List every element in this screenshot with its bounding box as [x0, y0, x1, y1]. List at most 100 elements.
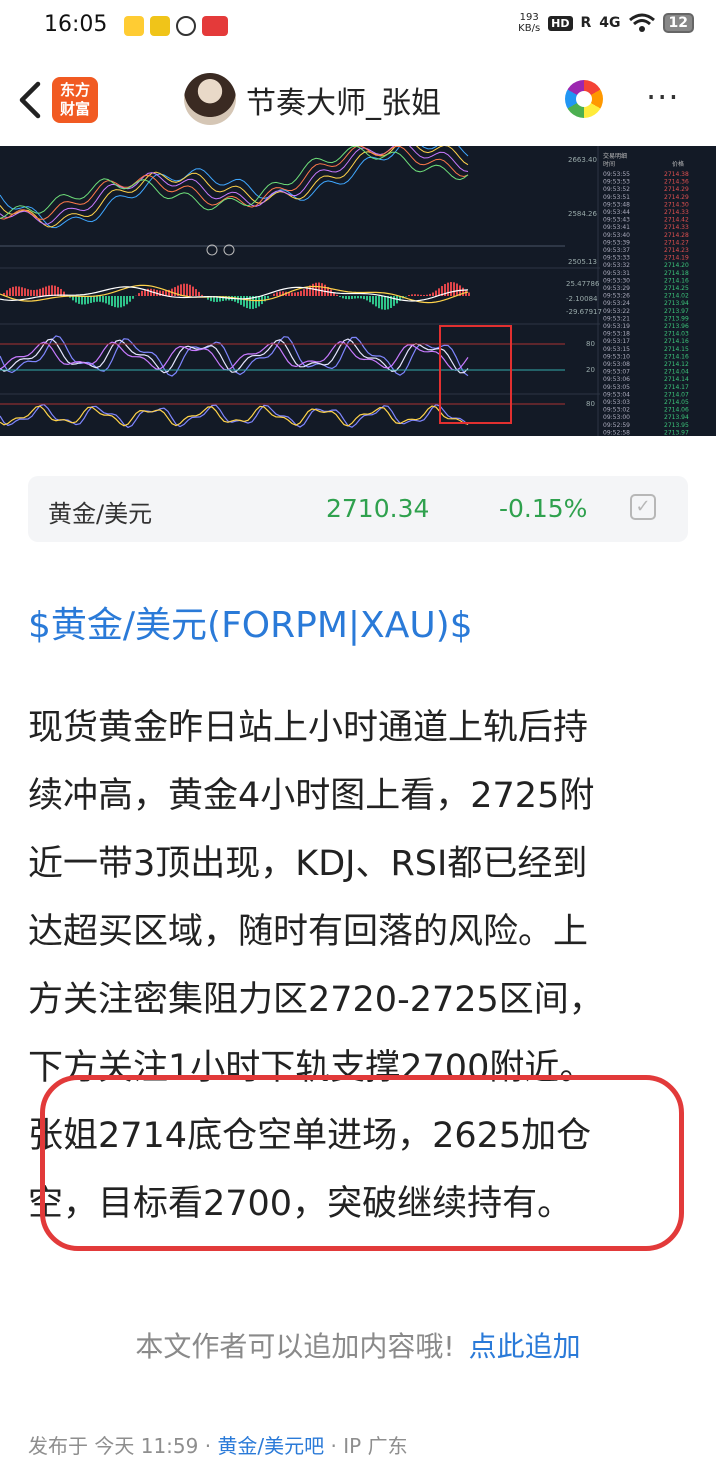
macd-bar — [294, 292, 296, 296]
trade-time: 09:53:48 — [603, 201, 630, 208]
macd-bar — [429, 293, 431, 296]
macd-bar — [39, 288, 41, 296]
macd-bar — [33, 290, 35, 296]
trade-price: 2714.27 — [664, 239, 689, 246]
trade-price: 2713.95 — [664, 422, 689, 429]
trade-price: 2714.02 — [664, 293, 689, 300]
macd-bar — [393, 296, 395, 306]
macd-bar — [312, 283, 314, 296]
roaming-indicator: R — [580, 15, 592, 31]
net-speed: 193 KB/s — [518, 12, 541, 34]
trade-price: 2714.05 — [664, 399, 689, 406]
weibo-icon — [124, 16, 144, 36]
chart-label: 2584.26 — [568, 210, 597, 218]
trade-time: 09:53:26 — [603, 293, 630, 300]
trade-time: 09:52:58 — [603, 429, 630, 436]
add-watchlist-checkbox-icon[interactable]: ✓ — [630, 494, 656, 520]
trade-time: 09:53:00 — [603, 414, 630, 421]
add-content-link[interactable]: 点此追加 — [469, 1330, 581, 1363]
trade-price: 2714.33 — [664, 209, 689, 216]
price-line — [0, 146, 469, 219]
macd-bar — [198, 291, 200, 296]
trade-time: 09:53:15 — [603, 346, 630, 353]
macd-bar — [435, 290, 437, 296]
macd-bar — [318, 282, 320, 296]
macd-bar — [360, 296, 362, 299]
chart-drawing: 2663.40 2584.26 2505.13 25.47786 -2.1008… — [0, 146, 689, 436]
trade-time: 09:53:17 — [603, 338, 630, 345]
link-icon — [176, 16, 196, 36]
trade-price: 2714.30 — [664, 201, 689, 208]
publish-time: 发布于 今天 11:59 · — [28, 1434, 212, 1458]
more-options-icon[interactable]: ··· — [646, 78, 680, 116]
trade-price: 2714.04 — [664, 369, 689, 376]
macd-bar — [432, 292, 434, 296]
color-wheel-icon[interactable] — [565, 80, 603, 118]
macd-bar — [129, 296, 131, 302]
chart-label: 80 — [586, 340, 595, 348]
macd-bar — [138, 293, 140, 296]
trade-price: 2714.16 — [664, 277, 689, 284]
macd-bar — [381, 296, 383, 310]
macd-bar — [18, 286, 20, 296]
trade-time: 09:53:21 — [603, 315, 630, 322]
chart-label: -29.67917 — [566, 308, 602, 316]
macd-bar — [387, 296, 389, 310]
macd-bar — [369, 296, 371, 303]
macd-bar — [42, 287, 44, 296]
stock-tag-link[interactable]: $黄金/美元(FORPM|XAU)$ — [28, 596, 473, 648]
trade-time: 09:53:40 — [603, 232, 630, 239]
author-avatar[interactable] — [184, 73, 236, 125]
macd-bar — [174, 287, 176, 296]
trade-price: 2713.96 — [664, 323, 689, 330]
post-chart-image[interactable]: 2663.40 2584.26 2505.13 25.47786 -2.1008… — [0, 146, 716, 436]
macd-bar — [15, 286, 17, 296]
macd-bar — [414, 294, 416, 296]
macd-bar — [456, 283, 458, 296]
trade-time: 09:53:51 — [603, 194, 630, 201]
macd-bar — [240, 296, 242, 305]
macd-bar — [273, 293, 275, 296]
trade-price: 2714.14 — [664, 376, 689, 383]
trade-price: 2713.97 — [664, 308, 689, 315]
body-line: 近一带3顶出现，KDJ、RSI都已经到 — [28, 844, 588, 884]
back-icon[interactable] — [14, 76, 50, 124]
macd-bar — [423, 295, 425, 296]
chart-label: 25.47786 — [566, 280, 600, 288]
body-line: 方关注密集阻力区2720-2725区间， — [28, 980, 604, 1020]
eastmoney-logo[interactable]: 东方 财富 — [52, 77, 98, 123]
trade-time: 09:53:31 — [603, 270, 630, 277]
trade-price: 2714.23 — [664, 247, 689, 254]
macd-bar — [354, 296, 356, 299]
add-content-prompt: 本文作者可以追加内容哦! 点此追加 — [0, 1325, 716, 1365]
status-bar: 16:05 193 KB/s HD R 4G 12 — [0, 0, 716, 56]
author-name[interactable]: 节奏大师_张姐 — [246, 78, 441, 122]
macd-bar — [384, 296, 386, 310]
macd-bar — [36, 289, 38, 296]
trade-price: 2714.42 — [664, 217, 689, 224]
hd-badge: HD — [548, 15, 573, 31]
quote-card[interactable]: 黄金/美元 2710.34 -0.15% ✓ — [28, 476, 688, 542]
wifi-icon — [628, 13, 655, 32]
macd-bar — [87, 296, 89, 304]
macd-bar — [342, 296, 344, 299]
macd-bar — [141, 290, 143, 296]
macd-bar — [192, 286, 194, 296]
battery-icon: 12 — [662, 13, 694, 33]
macd-bar — [303, 289, 305, 296]
trade-time: 09:53:19 — [603, 323, 630, 330]
trade-time: 09:53:43 — [603, 217, 630, 224]
trade-price: 2714.16 — [664, 338, 689, 345]
chart-label: 20 — [586, 366, 595, 374]
macd-bar — [243, 296, 245, 307]
macd-bar — [21, 287, 23, 296]
trade-time: 09:53:04 — [603, 391, 630, 398]
macd-bar — [276, 292, 278, 296]
forum-link[interactable]: 黄金/美元吧 — [217, 1434, 324, 1458]
trade-price: 2714.15 — [664, 346, 689, 353]
macd-bar — [6, 290, 8, 296]
macd-bar — [297, 291, 299, 296]
chart-label: -2.10084 — [566, 295, 598, 303]
chart-label: 2663.40 — [568, 156, 597, 164]
trade-price: 2714.25 — [664, 285, 689, 292]
